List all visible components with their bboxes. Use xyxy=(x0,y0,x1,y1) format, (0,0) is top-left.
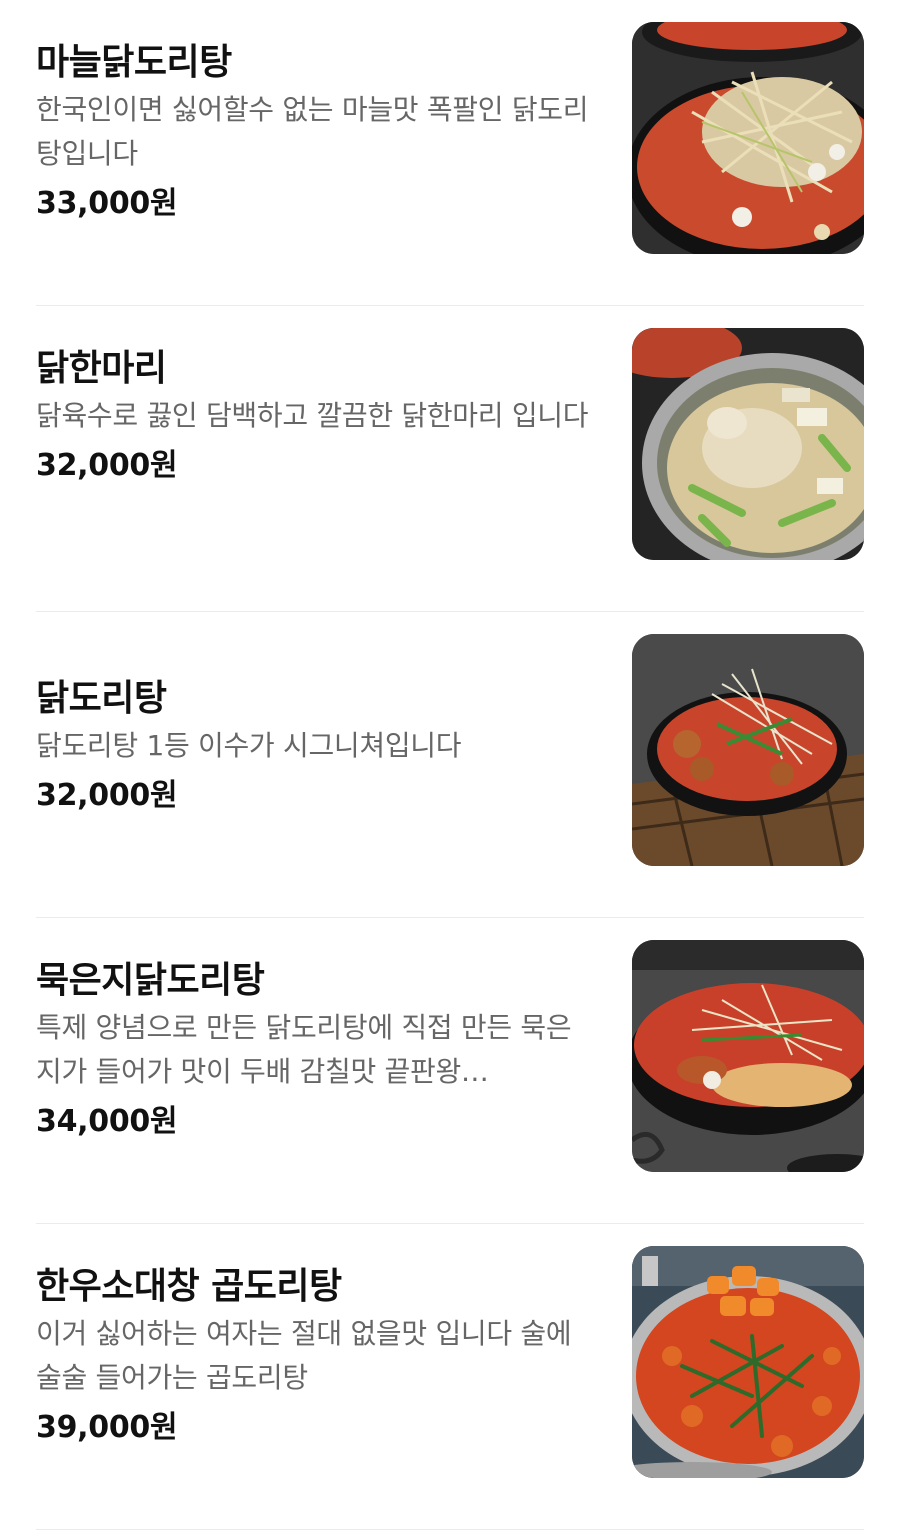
food-photo-spicy-chicken-stew xyxy=(632,634,864,866)
menu-item-price: 32,000원 xyxy=(36,448,178,483)
menu-item-price: 34,000원 xyxy=(36,1104,178,1139)
menu-item-garlic-dakdoritang[interactable]: 마늘닭도리탕 한국인이면 싫어할수 없는 마늘맛 폭팔인 닭도리탕입니다 33,… xyxy=(36,0,864,306)
menu-item-mukeunji-dakdoritang[interactable]: 묵은지닭도리탕 특제 양념으로 만든 닭도리탕에 직접 만든 묵은지가 들어가 … xyxy=(36,918,864,1224)
menu-item-title: 닭한마리 xyxy=(36,348,167,389)
menu-item-title: 한우소대창 곱도리탕 xyxy=(36,1266,342,1307)
menu-item-photo[interactable] xyxy=(632,22,864,254)
menu-item-dakhanmari[interactable]: 닭한마리 닭육수로 끓인 담백하고 깔끔한 닭한마리 입니다 32,000원 xyxy=(36,306,864,612)
menu-item-photo[interactable] xyxy=(632,328,864,560)
menu-item-title: 마늘닭도리탕 xyxy=(36,42,232,83)
menu-item-photo[interactable] xyxy=(632,1246,864,1478)
menu-item-photo[interactable] xyxy=(632,940,864,1172)
menu-item-dakdoritang[interactable]: 닭도리탕 닭도리탕 1등 이수가 시그니쳐입니다 32,000원 xyxy=(36,612,864,918)
menu-item-description: 이거 싫어하는 여자는 절대 없을맛 입니다 술에 술술 들어가는 곱도리탕 xyxy=(36,1317,572,1394)
menu-item-title: 묵은지닭도리탕 xyxy=(36,960,265,1001)
menu-item-hanwoo-gopdoritang[interactable]: 한우소대창 곱도리탕 이거 싫어하는 여자는 절대 없을맛 입니다 술에 술술 … xyxy=(36,1224,864,1530)
menu-item-text: 닭한마리 닭육수로 끓인 담백하고 깔끔한 닭한마리 입니다 32,000원 xyxy=(36,346,596,488)
menu-item-description: 닭육수로 끓인 담백하고 깔끔한 닭한마리 입니다 xyxy=(36,399,589,432)
food-photo-kimchi-stew xyxy=(632,940,864,1172)
menu-item-text: 마늘닭도리탕 한국인이면 싫어할수 없는 마늘맛 폭팔인 닭도리탕입니다 33,… xyxy=(36,40,596,226)
food-photo-garlic-stew xyxy=(632,22,864,254)
menu-item-price: 39,000원 xyxy=(36,1410,178,1445)
food-photo-gopchang-stew xyxy=(632,1246,864,1478)
menu-item-price: 32,000원 xyxy=(36,778,178,813)
menu-item-text: 한우소대창 곱도리탕 이거 싫어하는 여자는 절대 없을맛 입니다 술에 술술 … xyxy=(36,1264,596,1450)
menu-item-description: 닭도리탕 1등 이수가 시그니쳐입니다 xyxy=(36,729,462,762)
food-photo-chicken-soup xyxy=(632,328,864,560)
menu-item-text: 닭도리탕 닭도리탕 1등 이수가 시그니쳐입니다 32,000원 xyxy=(36,676,596,818)
menu-item-description: 특제 양념으로 만든 닭도리탕에 직접 만든 묵은지가 들어가 맛이 두배 감칠… xyxy=(36,1011,572,1088)
menu-item-title: 닭도리탕 xyxy=(36,678,167,719)
menu-item-text: 묵은지닭도리탕 특제 양념으로 만든 닭도리탕에 직접 만든 묵은지가 들어가 … xyxy=(36,958,596,1144)
menu-item-price: 33,000원 xyxy=(36,186,178,221)
menu-item-description: 한국인이면 싫어할수 없는 마늘맛 폭팔인 닭도리탕입니다 xyxy=(36,93,589,170)
menu-item-photo[interactable] xyxy=(632,634,864,866)
